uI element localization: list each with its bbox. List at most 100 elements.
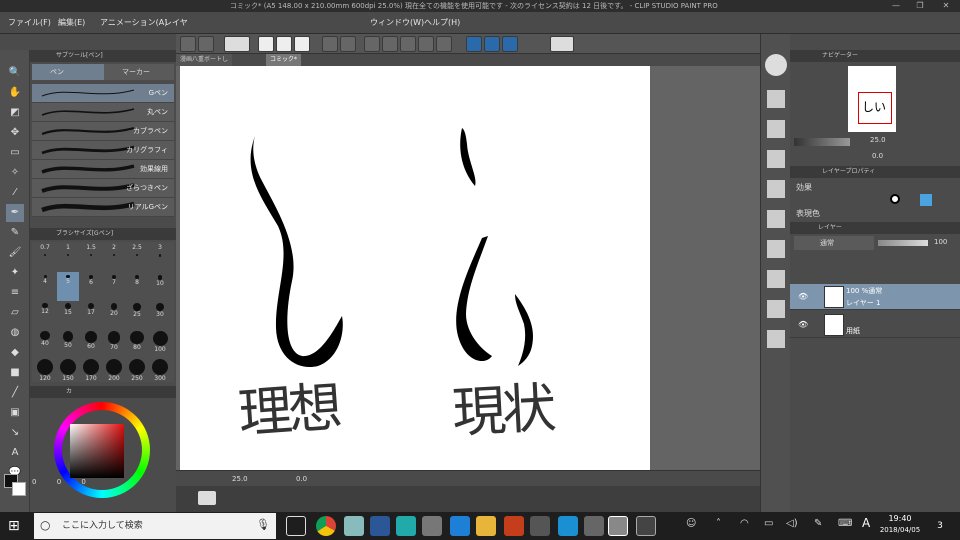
undo-icon[interactable] (322, 36, 338, 52)
navigator-angle[interactable]: 0.0 (872, 152, 883, 160)
frame-icon[interactable]: ▣ (6, 404, 24, 422)
search-icon[interactable] (765, 54, 787, 76)
wifi-icon[interactable]: ◠ (740, 518, 749, 529)
color-square[interactable] (70, 424, 124, 478)
tab-document-2[interactable]: コミック* (266, 54, 302, 66)
brush-size-cell[interactable]: 30 (149, 300, 171, 329)
menu-edit[interactable]: 編集(E) (58, 12, 85, 34)
minimize-button[interactable]: — (884, 0, 908, 12)
material-icon-5[interactable] (767, 210, 785, 228)
operation-tool-icon[interactable]: ◩ (6, 104, 24, 122)
grid-snap-icon[interactable] (502, 36, 518, 52)
app-icon-5[interactable] (558, 516, 578, 536)
brush-size-cell[interactable]: 25 (126, 300, 148, 329)
navigator-preview[interactable]: しい (848, 66, 896, 132)
tab-document-1[interactable]: 漫画八重ボートし (176, 54, 233, 66)
fill-tool-icon[interactable]: ◆ (6, 344, 24, 362)
auto-select-icon[interactable]: ✧ (6, 164, 24, 182)
brush-size-cell[interactable]: 120 (34, 356, 56, 385)
ruler-snap-icon[interactable] (466, 36, 482, 52)
clock-date[interactable]: 2018/04/05 (874, 526, 926, 534)
material-icon-9[interactable] (767, 330, 785, 348)
brush-size-cell[interactable]: 12 (34, 300, 56, 329)
brush-size-cell[interactable]: 4 (34, 272, 56, 301)
help-icon[interactable] (550, 36, 574, 52)
brush-item[interactable]: Gペン (32, 84, 174, 103)
blend-icon[interactable]: ◍ (6, 324, 24, 342)
airbrush-icon[interactable]: ✦ (6, 264, 24, 282)
brush-size-cell[interactable]: 3 (149, 244, 171, 273)
file-explorer-icon[interactable] (476, 516, 496, 536)
save-icon[interactable] (294, 36, 310, 52)
edge-icon[interactable] (450, 516, 470, 536)
brush-tool-icon[interactable]: 🖌 (6, 244, 24, 262)
material-icon-4[interactable] (767, 180, 785, 198)
brush-size-cell[interactable]: 7 (103, 272, 125, 301)
brush-size-cell[interactable]: 2.5 (126, 244, 148, 273)
volume-icon[interactable]: ◁) (786, 518, 798, 529)
taskbar-search-input[interactable]: ここに入力して検索 (34, 513, 276, 539)
brush-size-cell[interactable]: 8 (126, 272, 148, 301)
word-icon[interactable] (370, 516, 390, 536)
brush-size-cell[interactable]: 80 (126, 328, 148, 357)
material-icon-8[interactable] (767, 300, 785, 318)
brush-size-cell[interactable]: 6 (80, 272, 102, 301)
redo-icon[interactable] (340, 36, 356, 52)
brush-size-cell[interactable]: 200 (103, 356, 125, 385)
menu-file[interactable]: ファイル(F) (8, 12, 51, 34)
brush-size-cell[interactable]: 150 (57, 356, 79, 385)
ruler-icon[interactable]: ↘ (6, 424, 24, 442)
ime-indicator[interactable]: A (862, 516, 870, 530)
zoom-value[interactable]: 25.0 (232, 471, 248, 487)
brush-item[interactable]: 丸ペン (32, 103, 174, 122)
brush-size-cell[interactable]: 70 (103, 328, 125, 357)
close-button[interactable]: ✕ (934, 0, 958, 12)
brush-size-cell[interactable]: 15 (57, 300, 79, 329)
gradient-icon[interactable]: ■ (6, 364, 24, 382)
text-icon[interactable]: A (6, 444, 24, 462)
clear-icon[interactable] (364, 36, 380, 52)
selection-tool-icon[interactable]: ▭ (6, 144, 24, 162)
special-ruler-snap-icon[interactable] (484, 36, 500, 52)
clip-studio-icon[interactable] (224, 36, 250, 52)
decoration-icon[interactable]: ≡ (6, 284, 24, 302)
menu-layer[interactable]: レイヤ (164, 12, 188, 34)
menu-help[interactable]: ヘルプ(H) (424, 12, 460, 34)
canvas-icon[interactable] (198, 36, 214, 52)
film-icon[interactable] (198, 491, 216, 505)
brush-size-cell[interactable]: 170 (80, 356, 102, 385)
pencil-tool-icon[interactable]: ✎ (6, 224, 24, 242)
layer-row-paper[interactable]: 👁 用紙 (790, 312, 960, 338)
eraser-icon[interactable]: ▱ (6, 304, 24, 322)
brush-size-cell[interactable]: 1.5 (80, 244, 102, 273)
grid-icon[interactable] (180, 36, 196, 52)
brush-size-cell[interactable]: 50 (57, 328, 79, 357)
material-icon-2[interactable] (767, 120, 785, 138)
navigator-zoom-slider[interactable] (794, 138, 850, 146)
app-icon-2[interactable] (396, 516, 416, 536)
blend-mode-select[interactable]: 通常 (794, 236, 874, 250)
invert-selection-icon[interactable] (436, 36, 452, 52)
menu-window[interactable]: ウィンドウ(W) (370, 12, 424, 34)
zoom-tool-icon[interactable]: 🔍 (6, 64, 24, 82)
brush-size-cell[interactable]: 10 (149, 272, 171, 301)
app-icon[interactable] (344, 516, 364, 536)
brush-size-cell[interactable]: 20 (103, 300, 125, 329)
brush-size-cell[interactable]: 300 (149, 356, 171, 385)
app-icon-4[interactable] (530, 516, 550, 536)
material-icon-6[interactable] (767, 240, 785, 258)
clip-studio-paint-icon[interactable] (636, 516, 656, 536)
brush-size-cell[interactable]: 0.7 (34, 244, 56, 273)
brush-size-cell[interactable]: 2 (103, 244, 125, 273)
app-icon-3[interactable] (422, 516, 442, 536)
windows-start-icon[interactable]: ⊞ (8, 518, 24, 534)
navigator-zoom[interactable]: 25.0 (870, 136, 886, 144)
pen-icon[interactable]: ✎ (814, 518, 822, 529)
menu-animation[interactable]: アニメーション(A) (100, 12, 167, 34)
hand-tool-icon[interactable]: ✋ (6, 84, 24, 102)
new-icon[interactable] (258, 36, 274, 52)
brush-item[interactable]: リアルGペン (32, 198, 174, 217)
tray-expand-icon[interactable]: ˄ (716, 518, 721, 529)
figure-icon[interactable]: ╱ (6, 384, 24, 402)
fill-icon[interactable] (382, 36, 398, 52)
